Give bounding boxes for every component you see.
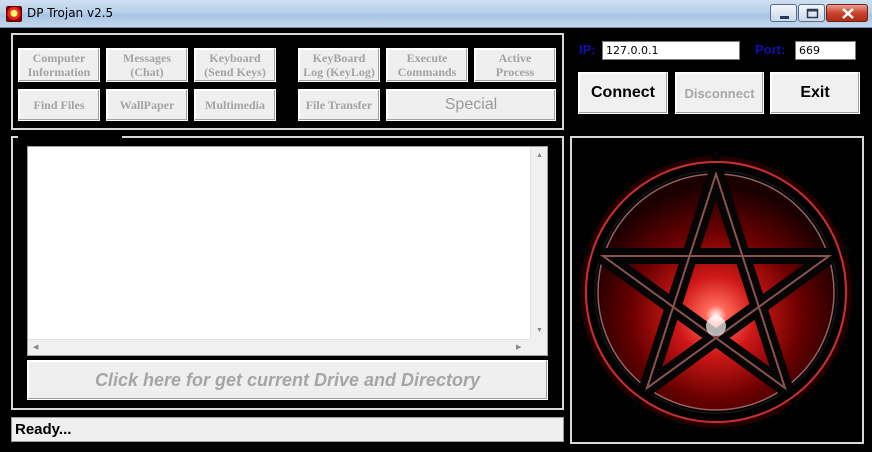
- multimedia-button[interactable]: Multimedia: [194, 89, 276, 121]
- close-icon: [842, 8, 854, 19]
- maximize-button[interactable]: [798, 4, 825, 22]
- port-label: Port:: [755, 42, 786, 57]
- exit-button[interactable]: Exit: [770, 72, 860, 114]
- vertical-scrollbar[interactable]: ▲ ▼: [530, 147, 547, 340]
- app-icon[interactable]: [6, 6, 22, 22]
- special-button[interactable]: Special: [386, 89, 556, 121]
- scroll-right-icon[interactable]: ▶: [516, 344, 521, 352]
- output-textarea[interactable]: ▲ ▼ ◀ ▶: [27, 146, 548, 356]
- scroll-down-icon[interactable]: ▼: [536, 327, 543, 335]
- ip-label: IP:: [579, 42, 596, 57]
- file-transfer-button[interactable]: File Transfer: [298, 89, 380, 121]
- horizontal-scrollbar[interactable]: ◀ ▶: [28, 339, 531, 355]
- find-files-button[interactable]: Find Files: [18, 89, 100, 121]
- active-process-button[interactable]: Active Process: [474, 48, 556, 82]
- close-button[interactable]: [826, 4, 868, 22]
- title-bar[interactable]: DP Trojan v2.5: [0, 0, 872, 28]
- output-text: [28, 147, 547, 151]
- window-title: DP Trojan v2.5: [27, 6, 114, 20]
- maximize-icon: [806, 8, 819, 19]
- minimize-button[interactable]: [770, 4, 797, 22]
- logo-image-panel: [570, 136, 864, 444]
- pentagram-icon: [578, 147, 854, 428]
- disconnect-button[interactable]: Disconnect: [675, 72, 764, 114]
- messages-chat-button[interactable]: Messages (Chat): [106, 48, 188, 82]
- panel-divider: [18, 130, 122, 138]
- execute-commands-button[interactable]: Execute Commands: [386, 48, 468, 82]
- computer-information-button[interactable]: Computer Information: [18, 48, 100, 82]
- keyboard-log-button[interactable]: KeyBoard Log (KeyLog): [298, 48, 380, 82]
- wallpaper-button[interactable]: WallPaper: [106, 89, 188, 121]
- ip-input[interactable]: 127.0.0.1: [602, 41, 740, 60]
- port-input[interactable]: 669: [795, 41, 856, 60]
- scroll-up-icon[interactable]: ▲: [536, 152, 543, 160]
- connect-button[interactable]: Connect: [578, 72, 668, 114]
- status-bar: Ready...: [11, 417, 564, 442]
- keyboard-send-keys-button[interactable]: Keyboard (Send Keys): [194, 48, 276, 82]
- minimize-icon: [780, 16, 789, 19]
- scrollbar-corner: [530, 339, 547, 355]
- get-drive-directory-button[interactable]: Click here for get current Drive and Dir…: [27, 360, 548, 400]
- scroll-left-icon[interactable]: ◀: [33, 344, 38, 352]
